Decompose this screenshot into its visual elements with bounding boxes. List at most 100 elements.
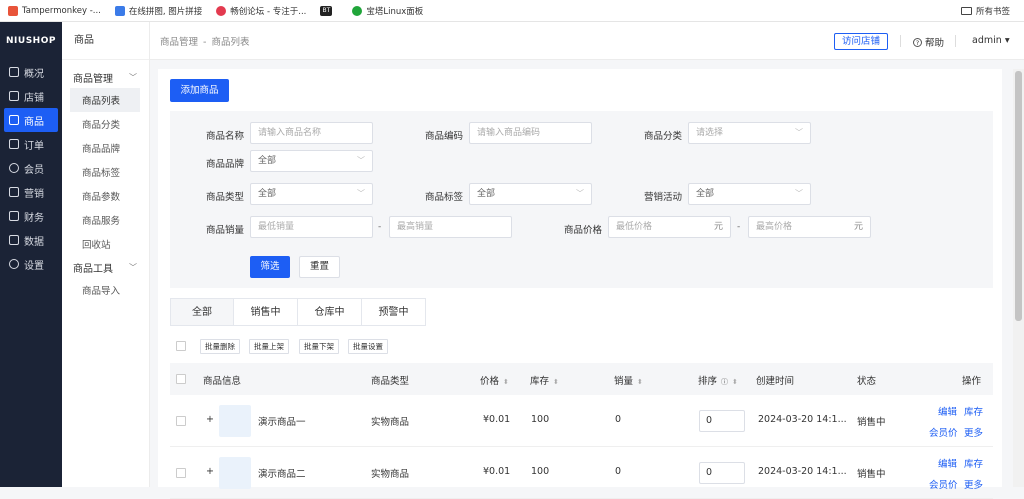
goods-category-select[interactable]: 请选择 ﹀ <box>688 122 811 144</box>
sub-item-import[interactable]: 商品导入 <box>62 278 149 302</box>
batch-on-shelf-button[interactable]: 批量上架 <box>249 339 289 354</box>
goods-brand-select[interactable]: 全部 ﹀ <box>250 150 373 172</box>
nav-item-finance[interactable]: 财务 <box>0 204 62 228</box>
member-price-link[interactable]: 会员价 <box>929 425 958 439</box>
expand-icon[interactable]: + <box>206 466 214 477</box>
bookmark-forum[interactable]: 畅创论坛 - 专注于... <box>216 5 306 17</box>
goods-name[interactable]: 演示商品二 <box>258 466 306 480</box>
bookmark-bt[interactable]: BT <box>320 5 333 16</box>
chevron-down-icon: ﹀ <box>129 262 137 272</box>
nav-item-settings[interactable]: 设置 <box>0 252 62 276</box>
header-checkbox[interactable] <box>176 374 186 384</box>
goods-name[interactable]: 演示商品一 <box>258 414 306 428</box>
more-link[interactable]: 更多 <box>964 425 983 439</box>
help-link[interactable]: ? 帮助 <box>913 35 944 49</box>
goods-status: 销售中 <box>857 417 886 428</box>
header-price[interactable]: 价格 ⬍ <box>480 373 509 387</box>
nav-item-marketing[interactable]: 营销 <box>0 180 62 204</box>
goods-sales: 0 <box>615 466 622 477</box>
filter-label-type: 商品类型 <box>205 192 244 203</box>
search-button[interactable]: 筛选 <box>250 256 290 278</box>
goods-code-input[interactable]: 请输入商品编码 <box>469 122 592 144</box>
stock-link[interactable]: 库存 <box>964 404 983 418</box>
bookmark-baota[interactable]: 宝塔Linux面板 <box>352 5 423 17</box>
bookmark-tampermonkey[interactable]: Tampermonkey -... <box>8 5 101 16</box>
sort-input[interactable]: 0 <box>699 410 745 432</box>
filter-label-tag: 商品标签 <box>424 192 463 203</box>
tab-warning[interactable]: 预警中 <box>362 298 426 326</box>
header-ops: 操作 <box>962 376 982 387</box>
scrollbar-thumb[interactable] <box>1015 71 1022 321</box>
divider <box>955 35 956 47</box>
tab-in-stock[interactable]: 仓库中 <box>298 298 362 326</box>
header-sales[interactable]: 销量 ⬍ <box>614 373 643 387</box>
goods-type: 实物商品 <box>371 417 410 428</box>
sub-item-brand[interactable]: 商品品牌 <box>62 136 149 160</box>
bookmark-puzzle[interactable]: 在线拼图, 图片拼接 <box>114 5 202 17</box>
batch-delete-button[interactable]: 批量删除 <box>200 339 240 354</box>
select-all-checkbox[interactable] <box>176 341 186 351</box>
sub-item-service[interactable]: 商品服务 <box>62 208 149 232</box>
nav-item-members[interactable]: 会员 <box>0 156 62 180</box>
help-icon: ⓘ <box>721 378 729 386</box>
header-sort[interactable]: 排序 ⓘ ⬍ <box>698 373 738 387</box>
sub-item-params[interactable]: 商品参数 <box>62 184 149 208</box>
header-stock[interactable]: 库存 ⬍ <box>530 373 559 387</box>
goods-price: ¥0.01 <box>483 466 511 477</box>
nav-item-goods[interactable]: 商品 <box>4 108 58 132</box>
breadcrumb: 商品管理 - 商品列表 <box>160 36 250 48</box>
sort-icon: ⬍ <box>637 378 643 386</box>
tab-all[interactable]: 全部 <box>170 298 234 326</box>
goods-name-input[interactable]: 请输入商品名称 <box>250 122 373 144</box>
goods-type: 实物商品 <box>371 469 410 480</box>
goods-type-select[interactable]: 全部 ﹀ <box>250 183 373 205</box>
chevron-down-icon: ﹀ <box>129 72 137 82</box>
sub-group-goods-manage[interactable]: 商品管理 ﹀ <box>62 66 149 88</box>
nav-item-shop[interactable]: 店铺 <box>0 84 62 108</box>
batch-settings-button[interactable]: 批量设置 <box>348 339 388 354</box>
nav-item-orders[interactable]: 订单 <box>0 132 62 156</box>
edit-link[interactable]: 编辑 <box>938 404 957 418</box>
nav-item-overview[interactable]: 概况 <box>0 60 62 84</box>
sales-min-input[interactable]: 最低销量 <box>250 216 373 238</box>
sub-item-category[interactable]: 商品分类 <box>62 112 149 136</box>
promotion-select[interactable]: 全部 ﹀ <box>688 183 811 205</box>
member-price-link[interactable]: 会员价 <box>929 477 958 491</box>
sort-input[interactable]: 0 <box>699 462 745 484</box>
filter-label-promo: 营销活动 <box>643 192 682 203</box>
row-checkbox[interactable] <box>176 416 186 426</box>
visit-shop-button[interactable]: 访问店铺 <box>834 33 889 50</box>
chevron-down-icon: ﹀ <box>357 156 365 165</box>
sub-group-goods-tools[interactable]: 商品工具 ﹀ <box>62 256 149 278</box>
caret-down-icon: ▾ <box>1004 35 1010 46</box>
filter-label-name: 商品名称 <box>205 131 244 142</box>
admin-menu[interactable]: admin ▾ <box>972 35 1010 46</box>
reset-button[interactable]: 重置 <box>299 256 340 278</box>
sub-item-goods-list[interactable]: 商品列表 <box>70 88 140 112</box>
goods-status: 销售中 <box>857 469 886 480</box>
page-scrollbar[interactable] <box>1013 69 1024 487</box>
add-goods-button[interactable]: 添加商品 <box>170 79 229 102</box>
edit-link[interactable]: 编辑 <box>938 456 957 470</box>
sub-item-recycle[interactable]: 回收站 <box>62 232 149 256</box>
divider <box>900 35 901 47</box>
stock-link[interactable]: 库存 <box>964 456 983 470</box>
row-checkbox[interactable] <box>176 468 186 478</box>
chevron-down-icon: ﹀ <box>795 128 803 137</box>
goods-tag-select[interactable]: 全部 ﹀ <box>469 183 592 205</box>
price-max-input[interactable]: 最高价格元 <box>748 216 871 238</box>
price-min-input[interactable]: 最低价格元 <box>608 216 731 238</box>
sub-item-tag[interactable]: 商品标签 <box>62 160 149 184</box>
filter-label-code: 商品编码 <box>424 131 463 142</box>
filter-panel: 商品名称 请输入商品名称 商品编码 请输入商品编码 商品分类 请选择 ﹀ 商品品牌… <box>170 111 993 288</box>
created-time: 2024-03-20 14:1... <box>758 414 847 425</box>
all-bookmarks[interactable]: 所有书签 <box>960 5 1010 17</box>
expand-icon[interactable]: + <box>206 414 214 425</box>
nav-item-data[interactable]: 数据 <box>0 228 62 252</box>
goods-stock: 100 <box>531 466 550 477</box>
sales-max-input[interactable]: 最高销量 <box>389 216 512 238</box>
header-time: 创建时间 <box>756 376 795 387</box>
more-link[interactable]: 更多 <box>964 477 983 491</box>
batch-off-shelf-button[interactable]: 批量下架 <box>299 339 339 354</box>
tab-on-sale[interactable]: 销售中 <box>234 298 298 326</box>
